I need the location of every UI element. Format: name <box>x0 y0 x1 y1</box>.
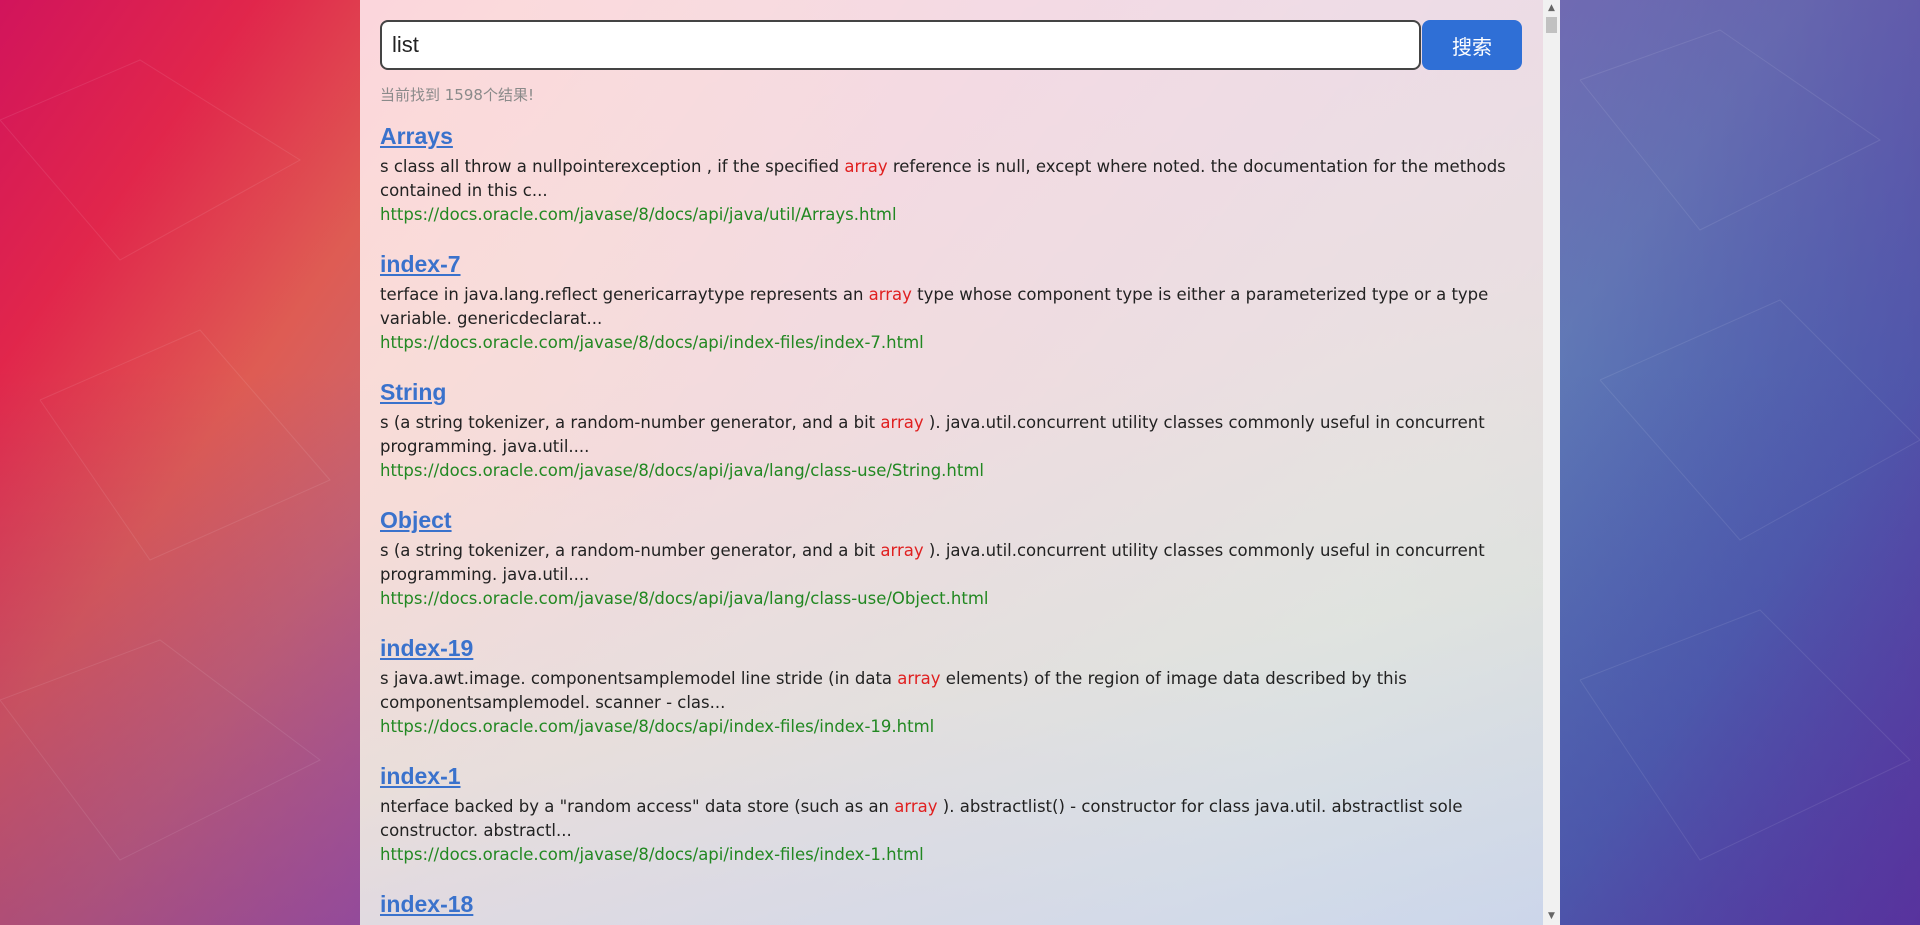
highlighted-keyword: array <box>880 541 924 560</box>
scrollbar-thumb[interactable] <box>1546 17 1557 33</box>
result-count: 当前找到 1598个结果! <box>380 86 534 104</box>
result-title-link[interactable]: index-18 <box>380 889 473 919</box>
highlighted-keyword: array <box>894 797 938 816</box>
result-description: s (a string tokenizer, a random-number g… <box>380 541 1485 584</box>
highlighted-keyword: array <box>844 157 888 176</box>
result-item: Arrays s class all throw a nullpointerex… <box>380 121 1522 227</box>
result-description: nterface backed by a "random access" dat… <box>380 797 1463 840</box>
result-url: https://docs.oracle.com/javase/8/docs/ap… <box>380 333 924 352</box>
result-url: https://docs.oracle.com/javase/8/docs/ap… <box>380 461 984 480</box>
search-button[interactable]: 搜索 <box>1422 20 1522 70</box>
result-url: https://docs.oracle.com/javase/8/docs/ap… <box>380 589 989 608</box>
result-item: index-19 s java.awt.image. componentsamp… <box>380 633 1522 739</box>
result-url: https://docs.oracle.com/javase/8/docs/ap… <box>380 717 935 736</box>
result-description: s (a string tokenizer, a random-number g… <box>380 413 1485 456</box>
results-list: Arrays s class all throw a nullpointerex… <box>380 121 1522 919</box>
result-description: s java.awt.image. componentsamplemodel l… <box>380 669 1407 712</box>
scroll-down-arrow-icon[interactable]: ▼ <box>1543 908 1560 925</box>
scroll-up-arrow-icon[interactable]: ▲ <box>1543 0 1560 17</box>
result-description: terface in java.lang.reflect genericarra… <box>380 285 1489 328</box>
result-description: s class all throw a nullpointerexception… <box>380 157 1506 200</box>
result-title-link[interactable]: Object <box>380 505 452 535</box>
result-title-link[interactable]: index-7 <box>380 249 461 279</box>
search-bar: 搜索 <box>380 20 1522 70</box>
result-url: https://docs.oracle.com/javase/8/docs/ap… <box>380 205 897 224</box>
highlighted-keyword: array <box>868 285 912 304</box>
search-input[interactable] <box>380 20 1422 70</box>
highlighted-keyword: array <box>897 669 941 688</box>
vertical-scrollbar[interactable]: ▲ ▼ <box>1543 0 1560 925</box>
highlighted-keyword: array <box>880 413 924 432</box>
result-item: index-18 <box>380 889 1522 919</box>
result-item: Object s (a string tokenizer, a random-n… <box>380 505 1522 611</box>
search-panel: 搜索 当前找到 1598个结果! Arrays s class all thro… <box>360 0 1560 925</box>
result-title-link[interactable]: index-1 <box>380 761 461 791</box>
result-item: index-7 terface in java.lang.reflect gen… <box>380 249 1522 355</box>
result-title-link[interactable]: String <box>380 377 446 407</box>
search-content: 搜索 当前找到 1598个结果! Arrays s class all thro… <box>380 20 1522 925</box>
result-title-link[interactable]: Arrays <box>380 121 453 151</box>
result-item: String s (a string tokenizer, a random-n… <box>380 377 1522 483</box>
result-item: index-1 nterface backed by a "random acc… <box>380 761 1522 867</box>
result-title-link[interactable]: index-19 <box>380 633 473 663</box>
result-url: https://docs.oracle.com/javase/8/docs/ap… <box>380 845 924 864</box>
